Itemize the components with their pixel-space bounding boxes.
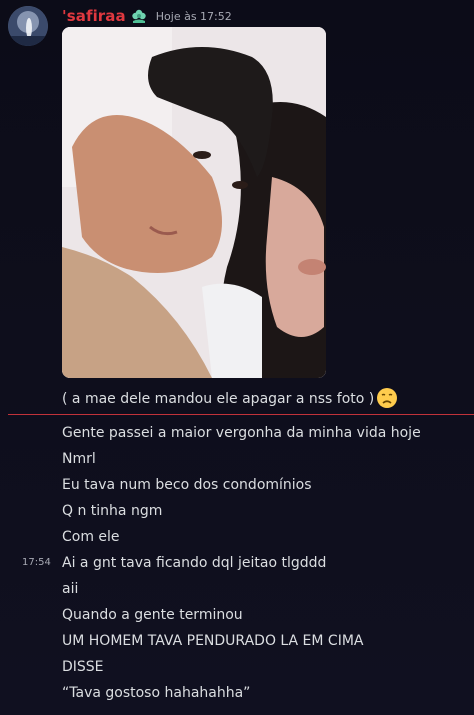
caption-text: ( a mae dele mandou ele apagar a nss fot… [62,391,375,407]
message-line: Eu tava num beco dos condomínios [62,477,312,493]
image-attachment[interactable] [62,27,326,378]
message-timestamp: Hoje às 17:52 [155,9,232,23]
message-line: Q n tinha ngm [62,503,163,519]
message-line: DISSE [62,659,104,675]
message-line: UM HOMEM TAVA PENDURADO LA EM CIMA [62,633,364,649]
message-line: Com ele [62,529,120,545]
message-line: aii [62,581,79,597]
attachment-photo [62,27,326,378]
username[interactable]: 'safiraa [62,7,126,25]
message-line: Ai a gnt tava ficando dql jeitao tlgddd [62,555,327,571]
chat-view: 'safiraa Hoje às 17:52 (a mae dele mand… [0,0,474,715]
message-line: Quando a gente terminou [62,607,243,623]
message-line: “Tava gostoso hahahahha” [62,685,251,701]
new-messages-divider [8,414,474,415]
flower-badge-icon[interactable] [130,7,148,25]
message-header: 'safiraa Hoje às 17:52 [62,5,232,27]
image-caption: ( a mae dele mandou ele apagar a nss fot… [62,387,398,409]
message-line: Gente passei a maior vergonha da minha v… [62,425,421,441]
user-avatar[interactable] [8,6,48,46]
hover-timestamp: 17:54 [22,557,51,568]
disappointed-face-icon [376,387,398,409]
avatar-image [8,6,48,46]
message-line: Nmrl [62,451,96,467]
